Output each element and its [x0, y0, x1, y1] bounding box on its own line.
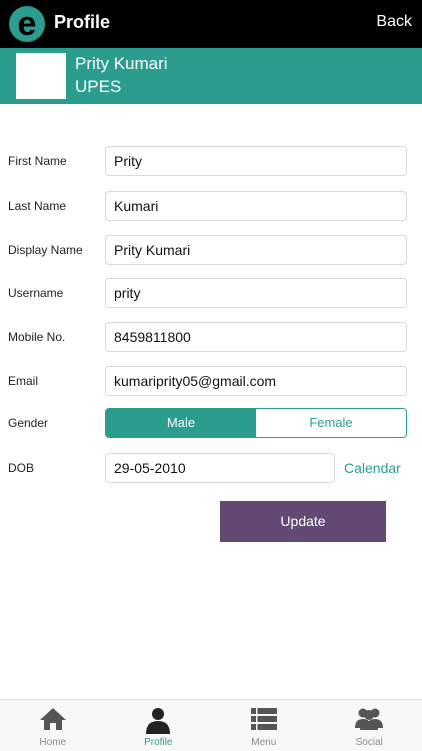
menu-icon — [250, 706, 278, 732]
first-name-label: First Name — [8, 154, 67, 168]
app-logo-icon: e — [8, 2, 46, 46]
back-button[interactable]: Back — [376, 13, 412, 31]
tab-menu-label: Menu — [211, 737, 317, 748]
email-label: Email — [8, 374, 38, 388]
app-header: e Profile Back — [0, 0, 422, 48]
username-label: Username — [8, 286, 63, 300]
bottom-tab-bar: Home Profile Menu Social — [0, 699, 422, 751]
mobile-label: Mobile No. — [8, 330, 65, 344]
gender-label: Gender — [8, 416, 48, 430]
display-name-label: Display Name — [8, 243, 83, 257]
group-icon — [354, 706, 384, 730]
page-title: Profile — [54, 12, 110, 33]
tab-profile[interactable]: Profile — [106, 700, 212, 751]
gender-female-option[interactable]: Female — [256, 409, 406, 437]
gender-male-option[interactable]: Male — [106, 409, 256, 437]
mobile-field[interactable]: 8459811800 — [105, 322, 407, 352]
profile-organization: UPES — [75, 77, 121, 97]
tab-social[interactable]: Social — [317, 700, 422, 751]
email-field[interactable]: kumariprity05@gmail.com — [105, 366, 407, 396]
last-name-label: Last Name — [8, 199, 66, 213]
avatar[interactable] — [16, 53, 66, 99]
first-name-field[interactable]: Prity — [105, 146, 407, 176]
calendar-button[interactable]: Calendar — [344, 460, 401, 476]
dob-field[interactable]: 29-05-2010 — [105, 453, 335, 483]
tab-home-label: Home — [0, 737, 106, 748]
tab-home[interactable]: Home — [0, 700, 106, 751]
profile-name: Prity Kumari — [75, 54, 168, 74]
update-button[interactable]: Update — [220, 501, 386, 542]
tab-social-label: Social — [317, 737, 422, 748]
tab-profile-label: Profile — [106, 737, 212, 748]
tab-menu[interactable]: Menu — [211, 700, 317, 751]
svg-text:e: e — [18, 5, 37, 43]
profile-summary: Prity Kumari UPES — [0, 48, 422, 104]
dob-label: DOB — [8, 461, 34, 475]
user-icon — [144, 706, 172, 734]
gender-selector: Male Female — [105, 408, 407, 438]
display-name-field[interactable]: Prity Kumari — [105, 235, 407, 265]
username-field[interactable]: prity — [105, 278, 407, 308]
home-icon — [39, 706, 67, 732]
last-name-field[interactable]: Kumari — [105, 191, 407, 221]
